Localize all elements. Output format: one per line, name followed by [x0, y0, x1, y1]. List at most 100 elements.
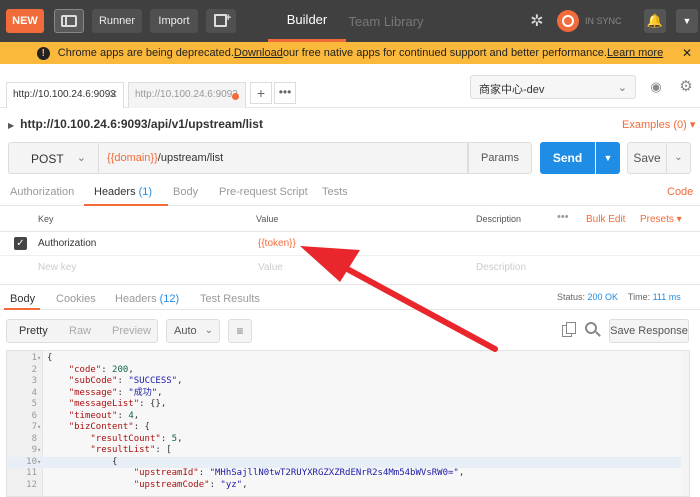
examples-dropdown[interactable]: Examples (0) ▾	[622, 118, 695, 131]
save-button[interactable]: Save	[627, 142, 667, 174]
tab-response-body[interactable]: Body	[10, 293, 35, 305]
tab-team-library[interactable]: Team Library	[346, 0, 426, 42]
notifications-bell-icon[interactable]: 🔔	[644, 9, 666, 33]
fold-toggle-icon[interactable]: ▾	[37, 445, 41, 457]
fold-toggle-icon[interactable]: ▾	[37, 353, 41, 365]
tab-prerequest-script[interactable]: Pre-request Script	[219, 186, 308, 198]
request-tab-unsaved[interactable]: http://10.100.24.6:9093	[128, 82, 246, 108]
fold-toggle-icon[interactable]: ▾	[37, 422, 41, 434]
active-tab-underline	[84, 204, 168, 206]
line-number: 11	[26, 468, 37, 478]
send-button[interactable]: Send	[540, 142, 595, 174]
layout-toggle-button[interactable]	[54, 9, 84, 33]
new-window-button[interactable]: +	[206, 9, 236, 33]
header-key[interactable]: Authorization	[38, 238, 96, 249]
request-title-text: http://10.100.24.6:9093/api/v1/upstream/…	[20, 117, 263, 131]
line-number: 12	[26, 479, 37, 490]
url-path: /upstream/list	[157, 152, 224, 164]
line-number: 8	[31, 433, 37, 444]
code-line: 11 "upstreamId": "MHhSajllN0twT2RUYXRGZX…	[7, 468, 689, 480]
line-number: 5	[31, 399, 37, 409]
time-value: 111 ms	[652, 292, 681, 302]
line-number: 2	[31, 364, 37, 375]
header-value[interactable]: {{token}}	[258, 238, 296, 249]
line-number: 3	[31, 376, 37, 386]
tab-cookies[interactable]: Cookies	[56, 293, 96, 305]
eye-icon[interactable]: ◉	[643, 75, 669, 99]
line-number: 1	[31, 353, 37, 363]
send-dropdown-icon[interactable]: ▼	[596, 142, 620, 174]
fold-toggle-icon[interactable]: ▾	[37, 457, 41, 469]
line-number: 7	[31, 422, 37, 432]
learn-more-link[interactable]: Learn more	[607, 47, 663, 59]
sync-status-label: IN SYNC	[585, 16, 622, 26]
line-number: 6	[31, 410, 37, 421]
download-link[interactable]: Download	[234, 47, 283, 59]
tab-authorization[interactable]: Authorization	[10, 186, 74, 198]
response-tab-underline	[4, 308, 40, 310]
request-tab-label: http://10.100.24.6:9093	[13, 89, 116, 100]
new-description-input[interactable]: Description	[476, 262, 526, 273]
code-text: "resultCount": 5,	[90, 433, 183, 444]
banner-close-icon[interactable]: ✕	[682, 46, 692, 60]
sidebar-layout-icon	[61, 15, 77, 27]
import-button[interactable]: Import	[150, 9, 198, 33]
add-tab-button[interactable]: +	[250, 82, 272, 104]
chevron-down-icon: ⌄	[76, 152, 86, 164]
copy-icon[interactable]	[562, 322, 578, 340]
code-text: "upstreamId": "MHhSajllN0twT2RUYXRGZXZRd…	[133, 468, 465, 478]
new-key-input[interactable]: New key	[38, 262, 76, 273]
new-button[interactable]: NEW	[6, 9, 44, 33]
response-body-editor[interactable]: 1 ▾{2 "code": 200, 3 "subCode": "SUCCESS",…	[6, 350, 690, 497]
save-dropdown-icon[interactable]: ⌄	[667, 142, 691, 174]
expand-triangle-icon[interactable]: ▶	[8, 121, 14, 130]
code-text: {	[47, 456, 118, 467]
more-tabs-button[interactable]: •••	[274, 82, 296, 104]
wrap-lines-icon[interactable]: ≡	[228, 319, 252, 343]
chevron-down-icon: ⌄	[617, 82, 627, 94]
runner-button[interactable]: Runner	[92, 9, 142, 33]
raw-button[interactable]: Raw	[69, 325, 91, 337]
code-text: "timeout": 4,	[68, 410, 140, 421]
method-select[interactable]: POST ⌄	[8, 142, 98, 174]
pretty-button[interactable]: Pretty	[19, 325, 48, 337]
interceptor-icon[interactable]: ✲	[526, 11, 548, 33]
gear-icon[interactable]: ⚙	[673, 75, 699, 99]
close-tab-icon[interactable]: ✕	[109, 88, 118, 101]
code-line: 1 ▾ {	[7, 353, 689, 365]
tab-builder[interactable]: Builder	[268, 0, 346, 42]
code-text: "messageList": {},	[68, 399, 167, 409]
vertical-scrollbar[interactable]	[681, 351, 689, 496]
environment-select[interactable]: 商家中心-dev ⌄	[470, 75, 636, 99]
code-link[interactable]: Code	[667, 186, 693, 198]
account-dropdown-icon[interactable]: ▼	[676, 9, 698, 33]
tab-body[interactable]: Body	[173, 186, 198, 198]
line-number: 10	[26, 456, 37, 467]
params-button[interactable]: Params	[468, 142, 532, 174]
language-selected: Auto	[174, 325, 197, 337]
language-select[interactable]: Auto ⌄	[166, 319, 220, 343]
code-line: 4 "message": "成功",	[7, 388, 689, 400]
tab-tests[interactable]: Tests	[322, 186, 348, 198]
more-options-icon[interactable]: •••	[557, 211, 569, 223]
sync-icon[interactable]	[557, 10, 579, 32]
time-label: Time:	[627, 292, 651, 302]
bulk-edit-link[interactable]: Bulk Edit	[586, 214, 625, 225]
save-response-button[interactable]: Save Response	[609, 319, 689, 343]
method-label: POST	[31, 152, 64, 166]
row-enabled-checkbox[interactable]: ✓	[14, 237, 27, 250]
tab-headers[interactable]: Headers (1)	[94, 186, 152, 198]
url-input[interactable]: {{domain}}/upstream/list	[98, 142, 468, 174]
new-value-input[interactable]: Value	[258, 262, 283, 273]
code-line: 2 "code": 200,	[7, 364, 689, 377]
response-headers-count: (12)	[159, 293, 180, 305]
preview-button[interactable]: Preview	[112, 325, 151, 337]
tab-test-results[interactable]: Test Results	[200, 293, 260, 305]
request-title[interactable]: ▶ http://10.100.24.6:9093/api/v1/upstream…	[8, 117, 263, 131]
request-sub-tabs: Authorization Headers (1) Body Pre-reque…	[0, 180, 700, 206]
search-icon[interactable]	[585, 322, 601, 338]
response-status: Status: 200 OK Time: 111 ms	[557, 292, 681, 302]
presets-dropdown[interactable]: Presets ▾	[640, 214, 682, 225]
tab-response-headers[interactable]: Headers (12)	[115, 293, 179, 305]
request-tab-active[interactable]: http://10.100.24.6:9093 ✕	[6, 82, 124, 108]
